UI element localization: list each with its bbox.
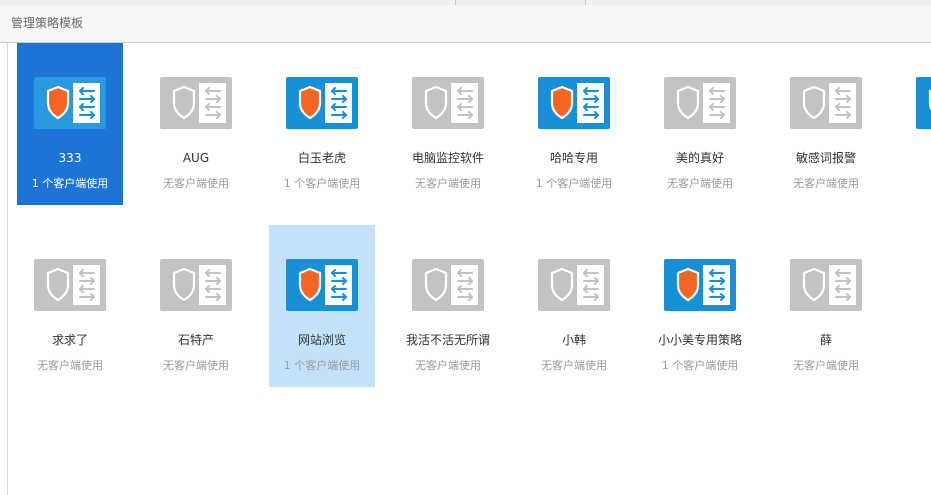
template-tile[interactable]: 哈哈专用 1 个客户端使用 bbox=[521, 43, 627, 205]
template-usage: 1 个 bbox=[899, 176, 931, 192]
template-tile[interactable]: 石特产 无客户端使用 bbox=[143, 225, 249, 387]
template-tile[interactable]: 网站浏览 1 个客户端使用 bbox=[269, 225, 375, 387]
policy-template-inactive-icon bbox=[790, 77, 862, 129]
panel-header: 管理策略模板 bbox=[0, 5, 931, 43]
policy-template-inactive-icon bbox=[538, 259, 610, 311]
template-name: 电脑监控软件 bbox=[411, 151, 484, 165]
policy-template-inactive-icon bbox=[412, 259, 484, 311]
template-tile[interactable]: 小小美专用策略 1 个客户端使用 bbox=[647, 225, 753, 387]
template-usage: 1 个客户端使用 bbox=[283, 359, 361, 372]
template-usage: 1 个客户端使用 bbox=[661, 359, 739, 372]
template-tile[interactable]: 333 1 个客户端使用 bbox=[17, 43, 123, 205]
template-tile[interactable]: 关 1 个 bbox=[899, 43, 931, 205]
template-name: 白玉老虎 bbox=[297, 151, 346, 165]
template-name: 求求了 bbox=[51, 333, 88, 347]
policy-template-inactive-icon bbox=[790, 259, 862, 311]
template-usage: 无客户端使用 bbox=[415, 359, 481, 372]
template-grid: 333 1 个客户端使用 AUG 无客户端使用 白玉老虎 1 个客户端使用 电脑监控软件 无客… bbox=[0, 43, 931, 495]
template-name: AUG bbox=[182, 151, 210, 165]
template-tile[interactable]: 我活不活无所谓 无客户端使用 bbox=[395, 225, 501, 387]
template-usage: 无客户端使用 bbox=[415, 177, 481, 190]
template-usage: 1 个客户端使用 bbox=[283, 177, 361, 190]
template-usage: 无客户端使用 bbox=[793, 177, 859, 190]
template-tile[interactable]: 小韩 无客户端使用 bbox=[521, 225, 627, 387]
template-name: 关 bbox=[899, 150, 931, 166]
policy-template-active-icon bbox=[34, 77, 106, 129]
template-usage: 1 个客户端使用 bbox=[31, 177, 109, 190]
panel-title: 管理策略模板 bbox=[11, 16, 84, 30]
template-usage: 无客户端使用 bbox=[667, 177, 733, 190]
template-usage: 无客户端使用 bbox=[37, 359, 103, 372]
template-name: 333 bbox=[58, 151, 82, 165]
policy-template-inactive-icon bbox=[160, 77, 232, 129]
template-tile[interactable]: AUG 无客户端使用 bbox=[143, 43, 249, 205]
policy-template-inactive-icon bbox=[664, 77, 736, 129]
template-name: 薛 bbox=[819, 333, 832, 347]
policy-template-active-icon bbox=[538, 77, 610, 129]
template-tile[interactable]: 白玉老虎 1 个客户端使用 bbox=[269, 43, 375, 205]
policy-template-active-icon bbox=[916, 77, 931, 129]
policy-template-inactive-icon bbox=[412, 77, 484, 129]
policy-template-active-icon bbox=[286, 77, 358, 129]
template-usage: 无客户端使用 bbox=[163, 177, 229, 190]
template-usage: 1 个客户端使用 bbox=[535, 177, 613, 190]
template-tile[interactable]: 薛无客户端使用 bbox=[773, 225, 879, 387]
template-tile[interactable]: 美的真好无客户端使用 bbox=[647, 43, 753, 205]
template-name: 小小美专用策略 bbox=[657, 333, 742, 347]
template-usage: 无客户端使用 bbox=[793, 359, 859, 372]
policy-template-inactive-icon bbox=[160, 259, 232, 311]
template-tile[interactable]: 求求了 无客户端使用 bbox=[17, 225, 123, 387]
template-name: 小韩 bbox=[561, 333, 586, 347]
template-usage: 无客户端使用 bbox=[163, 359, 229, 372]
template-tile[interactable]: 敏感词报警无客户端使用 bbox=[773, 43, 879, 205]
template-name: 我活不活无所谓 bbox=[405, 333, 490, 347]
template-name: 网站浏览 bbox=[297, 333, 346, 347]
template-usage: 无客户端使用 bbox=[541, 359, 607, 372]
template-name: 哈哈专用 bbox=[549, 151, 598, 165]
template-name: 石特产 bbox=[177, 333, 214, 347]
template-name: 敏感词报警 bbox=[795, 151, 856, 165]
policy-template-inactive-icon bbox=[34, 259, 106, 311]
template-name: 美的真好 bbox=[675, 151, 724, 165]
policy-template-active-icon bbox=[286, 259, 358, 311]
template-tile[interactable]: 电脑监控软件 无客户端使用 bbox=[395, 43, 501, 205]
policy-template-active-icon bbox=[664, 259, 736, 311]
